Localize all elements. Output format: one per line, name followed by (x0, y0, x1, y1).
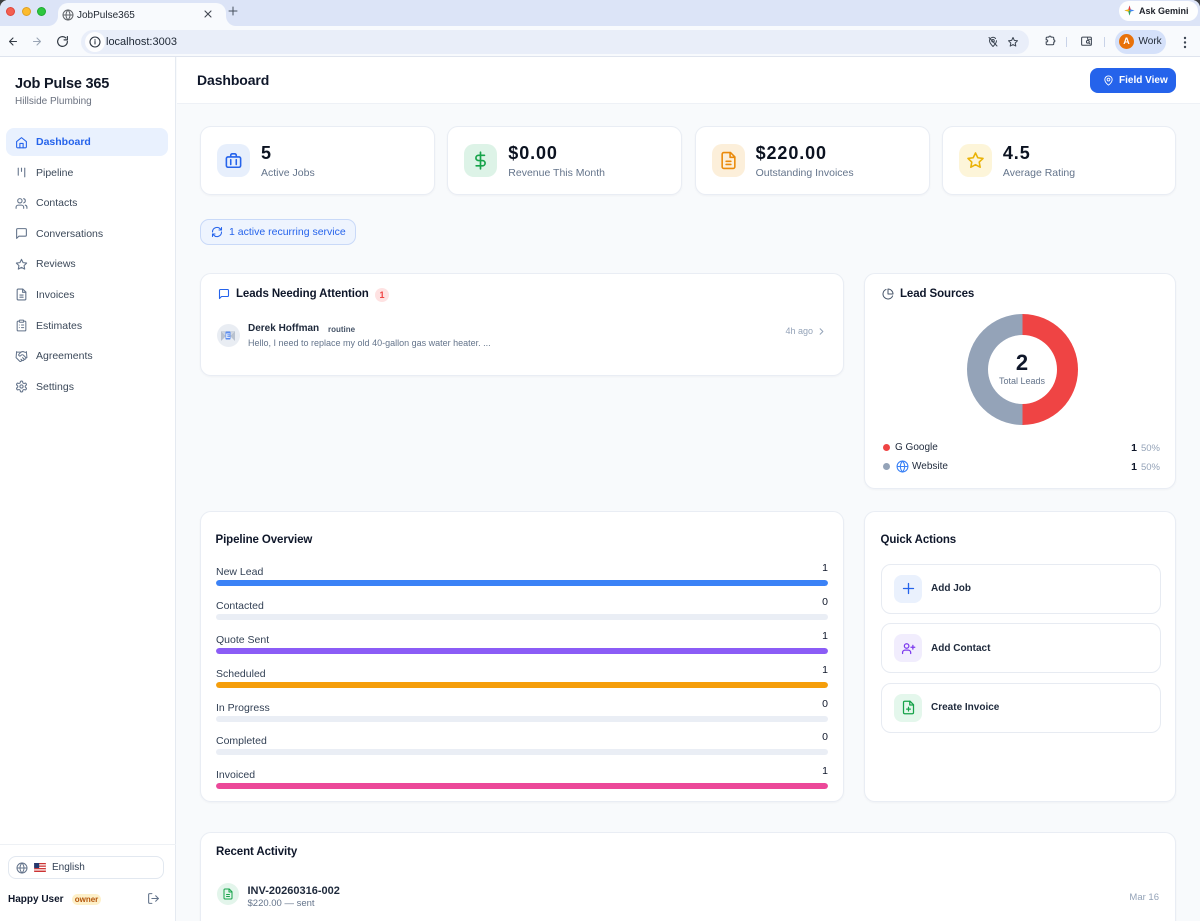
svg-text:E: E (226, 333, 231, 340)
